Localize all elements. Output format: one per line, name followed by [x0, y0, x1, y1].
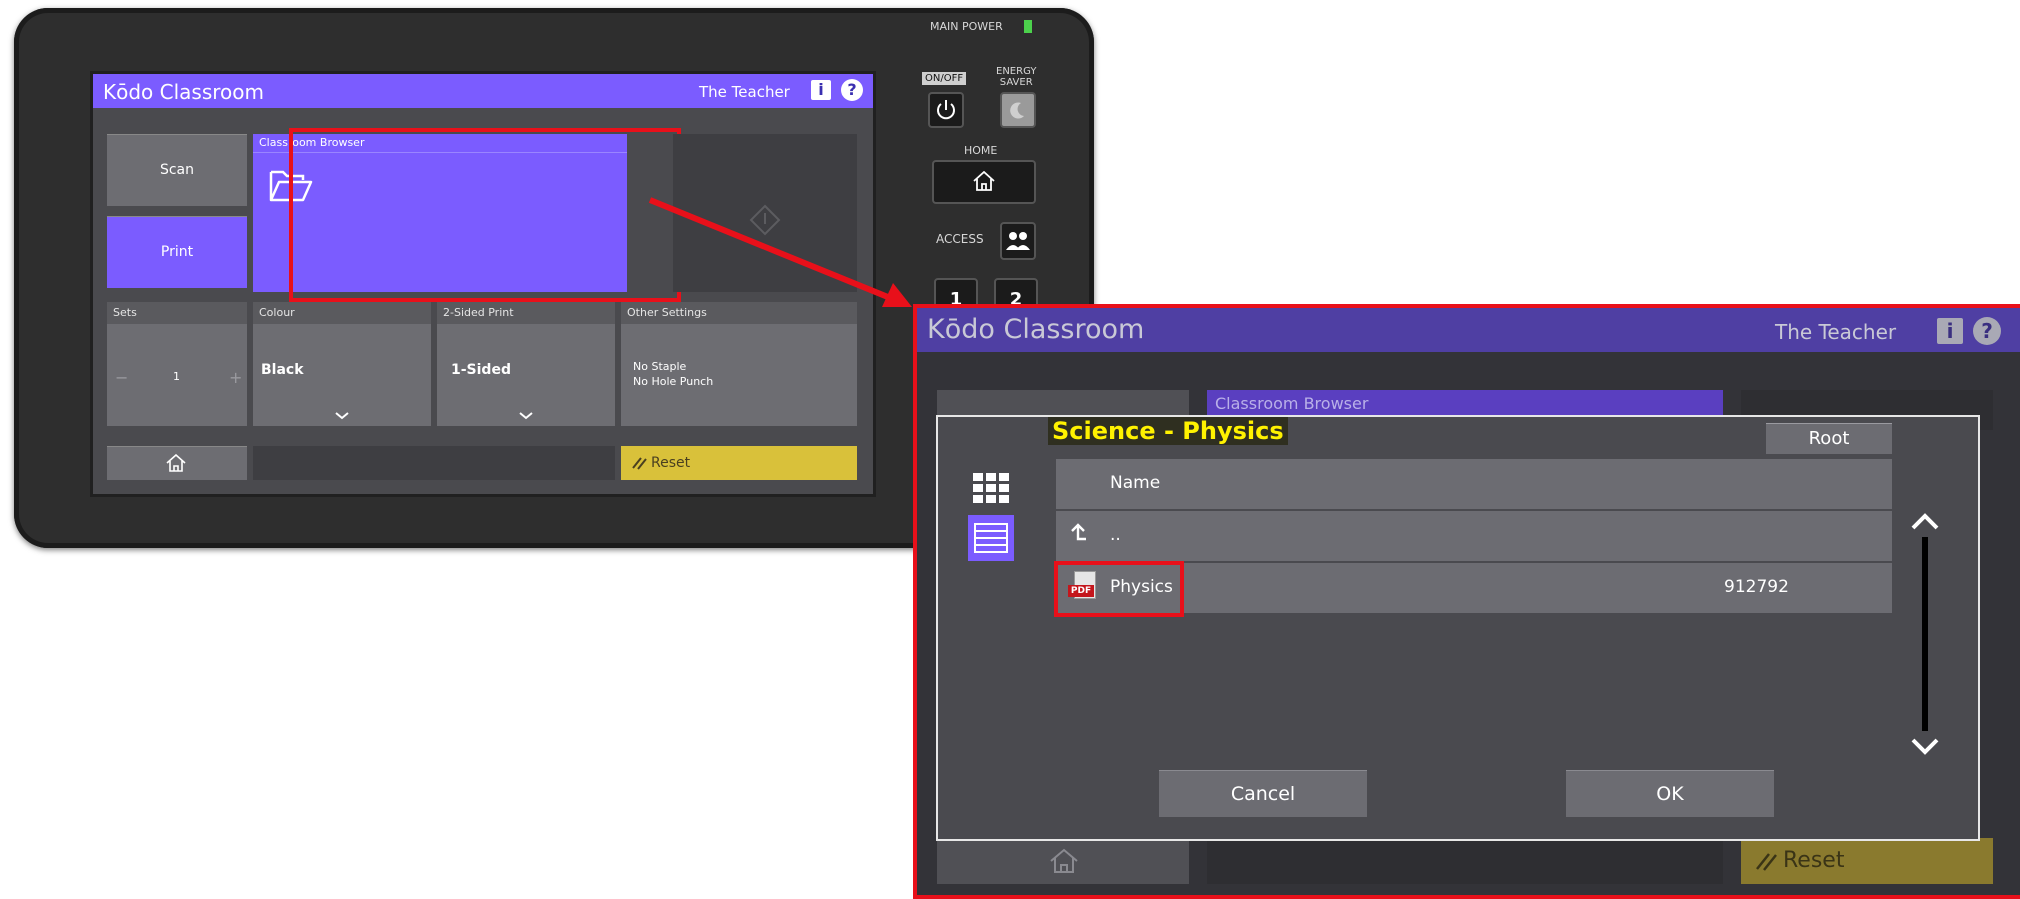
highlight-box-file: [1054, 561, 1184, 617]
reset-icon: [1756, 853, 1777, 871]
app-title: Kōdo Classroom: [927, 314, 1145, 345]
zoom-title-bar: Kōdo Classroom The Teacher i ?: [917, 308, 2020, 352]
scrollbar-track[interactable]: [1922, 537, 1928, 731]
file-browser-dialog: Science - Physics Root Name .. PDF Physi…: [936, 415, 1980, 841]
folder-title-bg: Science - Physics: [1048, 417, 1288, 445]
scroll-down-icon[interactable]: [1908, 735, 1942, 757]
grid-view-icon: [973, 473, 1009, 503]
user-name: The Teacher: [1775, 320, 1897, 344]
ok-button[interactable]: OK: [1566, 770, 1774, 817]
parent-folder-row[interactable]: ..: [1056, 511, 1892, 561]
list-header: Name: [1056, 459, 1892, 509]
message-bar-bg: [1207, 838, 1723, 884]
grid-view-button[interactable]: [968, 465, 1014, 511]
home-icon: [1050, 848, 1078, 873]
list-view-button[interactable]: [968, 515, 1014, 561]
root-button[interactable]: Root: [1766, 423, 1892, 454]
parent-folder-label: ..: [1110, 525, 1121, 545]
file-size: 912792: [1724, 577, 1789, 597]
classroom-browser-label: Classroom Browser: [1215, 394, 1369, 413]
reset-button-bg[interactable]: Reset: [1741, 838, 1993, 884]
home-button-bg[interactable]: [937, 838, 1189, 884]
help-icon[interactable]: ?: [1973, 317, 2001, 345]
folder-title: Science - Physics: [1052, 417, 1284, 445]
scroll-up-icon[interactable]: [1908, 511, 1942, 533]
up-arrow-icon: [1071, 523, 1086, 541]
column-name: Name: [1110, 473, 1161, 493]
info-icon[interactable]: i: [1937, 318, 1963, 344]
list-view-icon: [974, 523, 1008, 553]
cancel-button[interactable]: Cancel: [1159, 770, 1367, 817]
zoomed-dialog-view: Kōdo Classroom The Teacher i ? Classroom…: [913, 304, 2020, 899]
reset-label: Reset: [1783, 848, 1845, 873]
